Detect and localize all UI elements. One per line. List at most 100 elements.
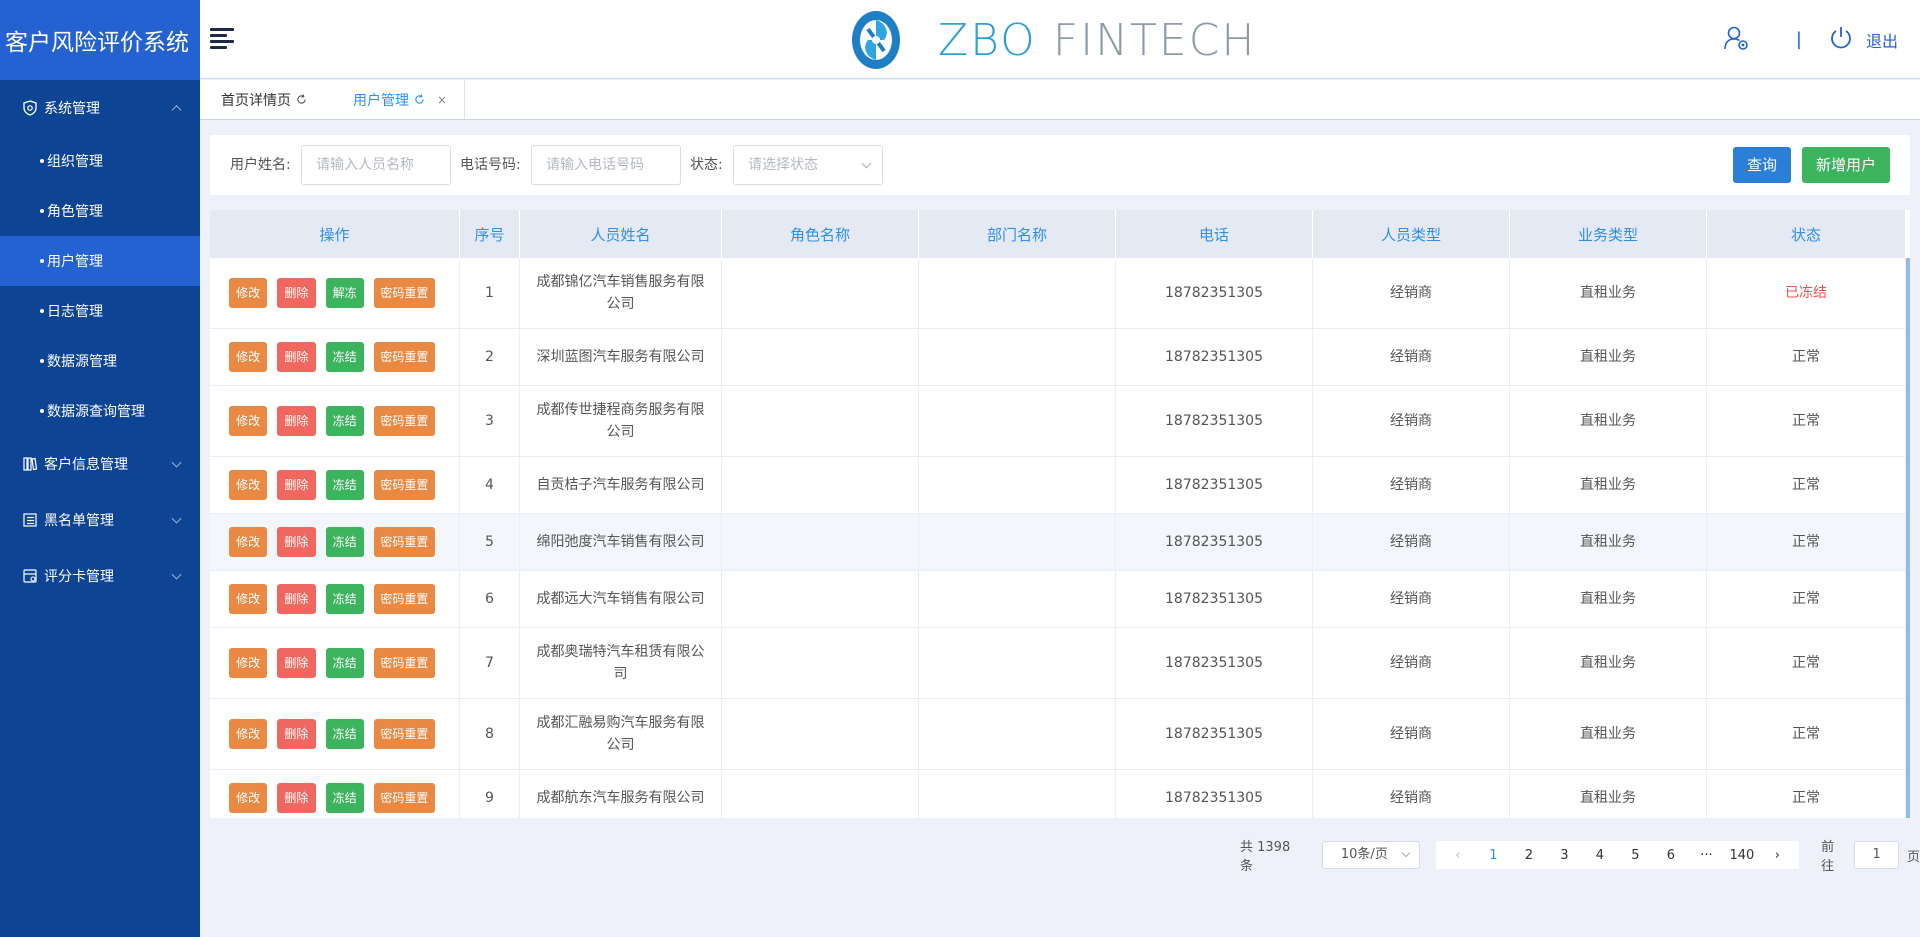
edit-button[interactable]: 修改 <box>229 527 268 557</box>
sidebar-item-blacklist[interactable]: 黑名单管理 <box>0 492 200 548</box>
table-row: 修改 删除 冻结 密码重置 8 成都汇融易购汽车服务有限公司 18782351305 经销商直… <box>210 699 1906 770</box>
cell-phone: 18782351305 <box>1116 628 1313 698</box>
cell-business-type: 直租业务 <box>1510 329 1707 385</box>
edit-button[interactable]: 修改 <box>229 648 268 678</box>
reset-password-button[interactable]: 密码重置 <box>373 584 436 614</box>
reset-password-button[interactable]: 密码重置 <box>373 342 436 372</box>
logo-mark-icon <box>852 11 900 69</box>
freeze-button[interactable]: 冻结 <box>325 470 364 500</box>
user-settings-icon[interactable] <box>1722 24 1750 56</box>
cell-phone: 18782351305 <box>1116 329 1313 385</box>
freeze-button[interactable]: 冻结 <box>325 584 364 614</box>
reset-password-button[interactable]: 密码重置 <box>373 470 436 500</box>
delete-button[interactable]: 删除 <box>277 719 316 749</box>
sidebar-item-log[interactable]: 日志管理 <box>0 286 200 336</box>
next-page-icon[interactable]: › <box>1760 848 1796 863</box>
row-actions: 修改 删除 冻结 密码重置 <box>210 628 460 698</box>
sidebar-item-label: 数据源管理 <box>47 354 117 370</box>
page-2[interactable]: 2 <box>1511 848 1547 863</box>
delete-button[interactable]: 删除 <box>277 527 316 557</box>
page-6[interactable]: 6 <box>1653 848 1689 863</box>
edit-button[interactable]: 修改 <box>229 719 268 749</box>
phone-input[interactable]: 请输入电话号码 <box>531 145 681 185</box>
column-header: 部门名称 <box>919 210 1116 258</box>
page-ellipsis[interactable]: ··· <box>1689 848 1725 863</box>
reset-password-button[interactable]: 密码重置 <box>373 278 436 308</box>
freeze-button[interactable]: 冻结 <box>325 342 364 372</box>
cell-no: 8 <box>460 699 520 769</box>
page-140[interactable]: 140 <box>1724 848 1760 863</box>
add-user-button[interactable]: 新增用户 <box>1802 147 1890 183</box>
edit-button[interactable]: 修改 <box>229 584 268 614</box>
reset-password-button[interactable]: 密码重置 <box>373 527 436 557</box>
name-input[interactable]: 请输入人员名称 <box>301 145 451 185</box>
page-size-select[interactable]: 10条/页 <box>1321 841 1421 869</box>
refresh-icon[interactable] <box>414 94 425 105</box>
cell-status: 正常 <box>1707 514 1906 570</box>
delete-button[interactable]: 删除 <box>277 406 316 436</box>
reset-password-button[interactable]: 密码重置 <box>373 719 436 749</box>
sidebar-item-user[interactable]: 用户管理 <box>0 236 200 286</box>
cell-role <box>722 628 919 698</box>
row-actions: 修改 删除 冻结 密码重置 <box>210 329 460 385</box>
power-icon[interactable] <box>1828 25 1854 55</box>
sidebar-item-label: 黑名单管理 <box>44 513 114 529</box>
delete-button[interactable]: 删除 <box>277 342 316 372</box>
edit-button[interactable]: 修改 <box>229 342 268 372</box>
sidebar-item-datasource[interactable]: 数据源管理 <box>0 336 200 386</box>
table-scrollbar[interactable] <box>1906 258 1910 818</box>
page-5[interactable]: 5 <box>1618 848 1654 863</box>
freeze-button[interactable]: 冻结 <box>325 648 364 678</box>
sidebar-item-org[interactable]: 组织管理 <box>0 136 200 186</box>
page-4[interactable]: 4 <box>1582 848 1618 863</box>
tab-user-management[interactable]: 用户管理 × <box>353 80 447 119</box>
tab-home-detail[interactable]: 首页详情页 <box>221 80 307 119</box>
edit-button[interactable]: 修改 <box>229 406 268 436</box>
reset-password-button[interactable]: 密码重置 <box>373 406 436 436</box>
cell-person-type: 经销商 <box>1313 457 1510 513</box>
sidebar-item-scorecard[interactable]: 评分卡管理 <box>0 548 200 604</box>
delete-button[interactable]: 删除 <box>277 470 316 500</box>
cell-dept <box>919 386 1116 456</box>
sidebar-item-customer[interactable]: 客户信息管理 <box>0 436 200 492</box>
prev-page-icon[interactable]: ‹ <box>1440 848 1476 863</box>
sidebar-item-datasource-query[interactable]: 数据源查询管理 <box>0 386 200 436</box>
logout-button[interactable]: 退出 <box>1866 28 1898 52</box>
edit-button[interactable]: 修改 <box>229 470 268 500</box>
cell-no: 4 <box>460 457 520 513</box>
unfreeze-button[interactable]: 解冻 <box>325 278 364 308</box>
freeze-button[interactable]: 冻结 <box>325 527 364 557</box>
menu-toggle-icon[interactable] <box>210 28 234 50</box>
cell-no: 6 <box>460 571 520 627</box>
delete-button[interactable]: 删除 <box>277 783 316 813</box>
close-icon[interactable]: × <box>437 93 447 107</box>
scrollbar-thumb[interactable] <box>1906 258 1910 818</box>
goto-page-input[interactable]: 1 <box>1854 841 1899 869</box>
cell-person-type: 经销商 <box>1313 514 1510 570</box>
cell-role <box>722 457 919 513</box>
cell-dept <box>919 329 1116 385</box>
freeze-button[interactable]: 冻结 <box>325 783 364 813</box>
logo-text: ZBO FINTECH <box>938 14 1257 66</box>
edit-button[interactable]: 修改 <box>229 783 268 813</box>
goto-suffix: 页 <box>1906 849 1920 865</box>
row-actions: 修改 删除 冻结 密码重置 <box>210 514 460 570</box>
column-header: 电话 <box>1116 210 1313 258</box>
name-label: 用户姓名: <box>230 157 291 173</box>
status-select[interactable]: 请选择状态 <box>733 145 883 185</box>
refresh-icon[interactable] <box>296 94 307 105</box>
sidebar-item-role[interactable]: 角色管理 <box>0 186 200 236</box>
reset-password-button[interactable]: 密码重置 <box>373 783 436 813</box>
page-3[interactable]: 3 <box>1547 848 1583 863</box>
freeze-button[interactable]: 冻结 <box>325 719 364 749</box>
total-count: 共 1398 条 <box>1240 840 1291 874</box>
query-button[interactable]: 查询 <box>1733 147 1791 183</box>
freeze-button[interactable]: 冻结 <box>325 406 364 436</box>
delete-button[interactable]: 删除 <box>277 648 316 678</box>
page-1[interactable]: 1 <box>1476 848 1512 863</box>
delete-button[interactable]: 删除 <box>277 278 316 308</box>
reset-password-button[interactable]: 密码重置 <box>373 648 436 678</box>
sidebar-item-system[interactable]: 系统管理 <box>0 80 200 136</box>
edit-button[interactable]: 修改 <box>229 278 268 308</box>
delete-button[interactable]: 删除 <box>277 584 316 614</box>
